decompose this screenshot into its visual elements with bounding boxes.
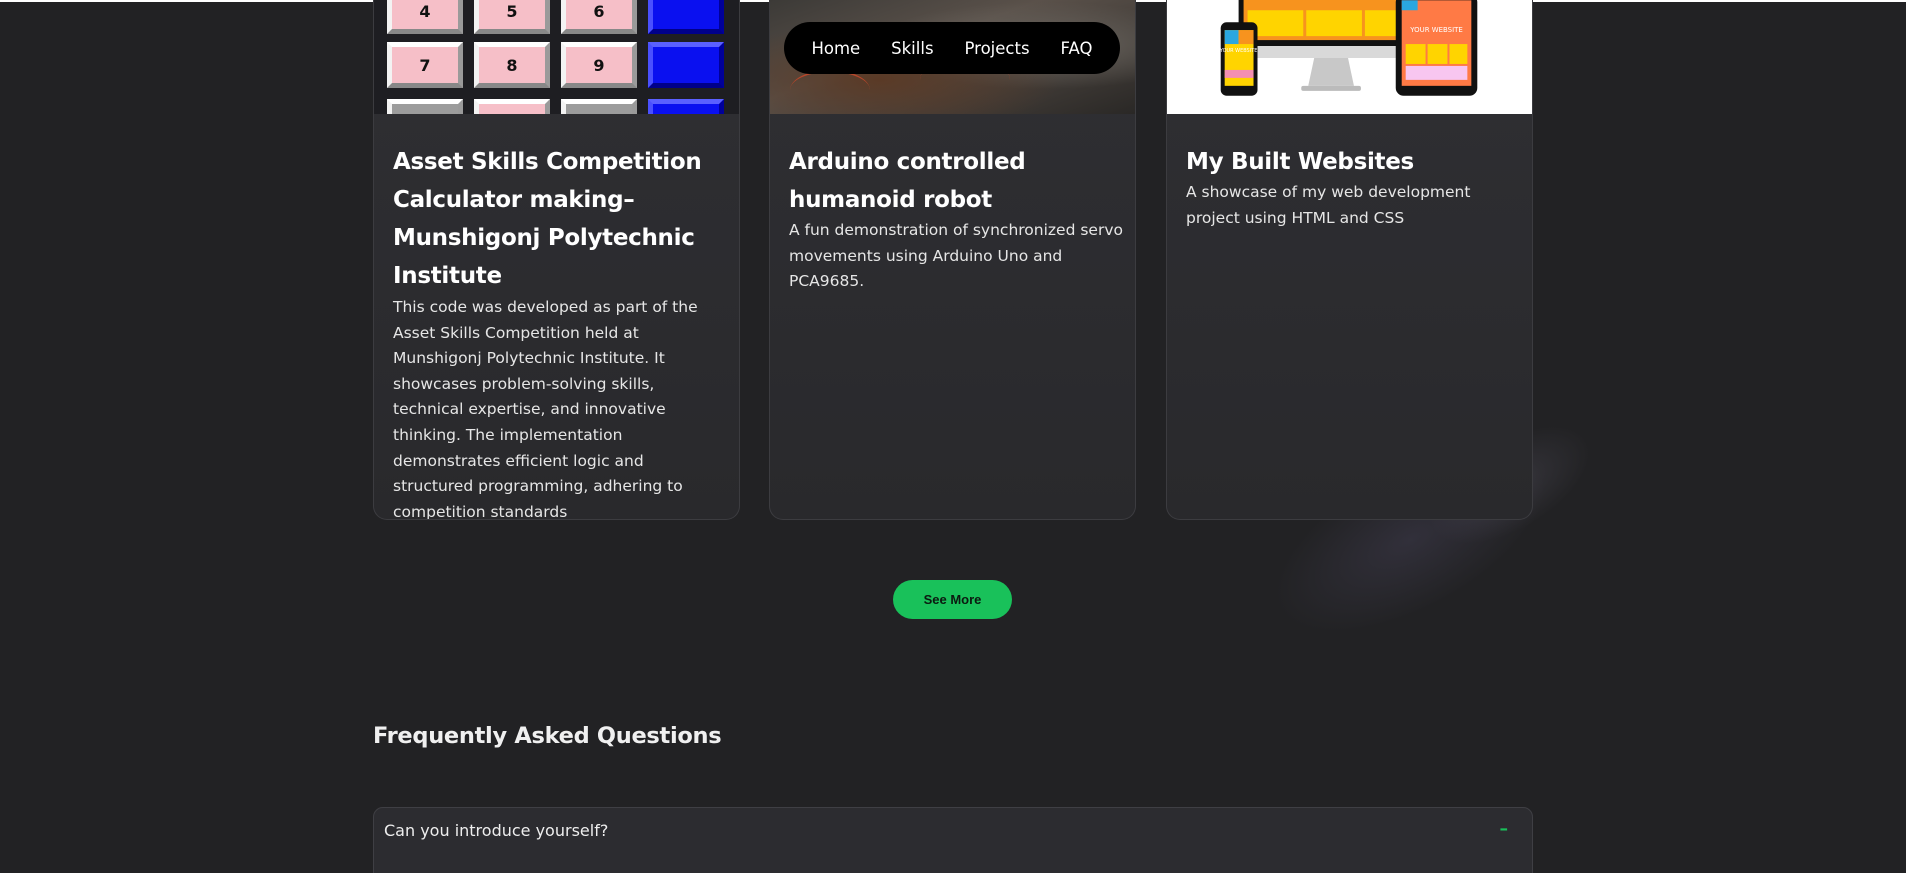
devices-illustration: YOUR WEBSITE YOUR WEBSITE bbox=[1167, 0, 1532, 114]
project-description: A fun demonstration of synchronized serv… bbox=[789, 221, 1123, 291]
see-more-button[interactable]: See More bbox=[893, 580, 1012, 619]
faq-heading: Frequently Asked Questions bbox=[373, 723, 722, 749]
phone-screen-label: YOUR WEBSITE bbox=[1219, 48, 1258, 54]
tablet-screen-label: YOUR WEBSITE bbox=[1409, 26, 1463, 34]
calculator-key: 4 bbox=[387, 0, 463, 34]
calculator-key bbox=[474, 99, 550, 114]
project-title: Asset Skills Competition Calculator maki… bbox=[393, 149, 702, 289]
calculator-key: 7 bbox=[387, 42, 463, 88]
calculator-key bbox=[648, 42, 724, 88]
nav-link-projects[interactable]: Projects bbox=[965, 39, 1030, 58]
project-description: This code was developed as part of the A… bbox=[393, 298, 698, 520]
nav-link-skills[interactable]: Skills bbox=[891, 39, 933, 58]
nav-link-faq[interactable]: FAQ bbox=[1061, 39, 1093, 58]
nav-link-home[interactable]: Home bbox=[811, 39, 860, 58]
faq-item[interactable]: Can you introduce yourself? – bbox=[373, 807, 1533, 873]
project-card-websites: YOUR WEBSITE YOUR WEBSITE My Built Websi… bbox=[1166, 0, 1533, 520]
calculator-key: 5 bbox=[474, 0, 550, 34]
calculator-key: 8 bbox=[474, 42, 550, 88]
faq-question: Can you introduce yourself? bbox=[384, 821, 609, 840]
project-description: A showcase of my web development project… bbox=[1186, 183, 1471, 227]
project-title: My Built Websites bbox=[1186, 149, 1414, 175]
project-card-calculator: 4 5 6 7 8 9 Asset Skills Competition Cal… bbox=[373, 0, 740, 520]
project-image-calculator: 4 5 6 7 8 9 bbox=[374, 0, 739, 114]
calculator-key bbox=[387, 99, 463, 114]
project-image-websites: YOUR WEBSITE YOUR WEBSITE bbox=[1167, 0, 1532, 114]
calculator-key: 9 bbox=[561, 42, 637, 88]
calculator-key: 6 bbox=[561, 0, 637, 34]
navbar: Home Skills Projects FAQ bbox=[784, 22, 1120, 74]
collapse-icon[interactable]: – bbox=[1500, 819, 1509, 839]
calculator-key bbox=[648, 0, 724, 34]
project-title: Arduino controlled humanoid robot bbox=[789, 149, 1026, 213]
calculator-key bbox=[648, 99, 724, 114]
project-card-robot: Arduino controlled humanoid robot A fun … bbox=[769, 0, 1136, 520]
calculator-key bbox=[561, 99, 637, 114]
